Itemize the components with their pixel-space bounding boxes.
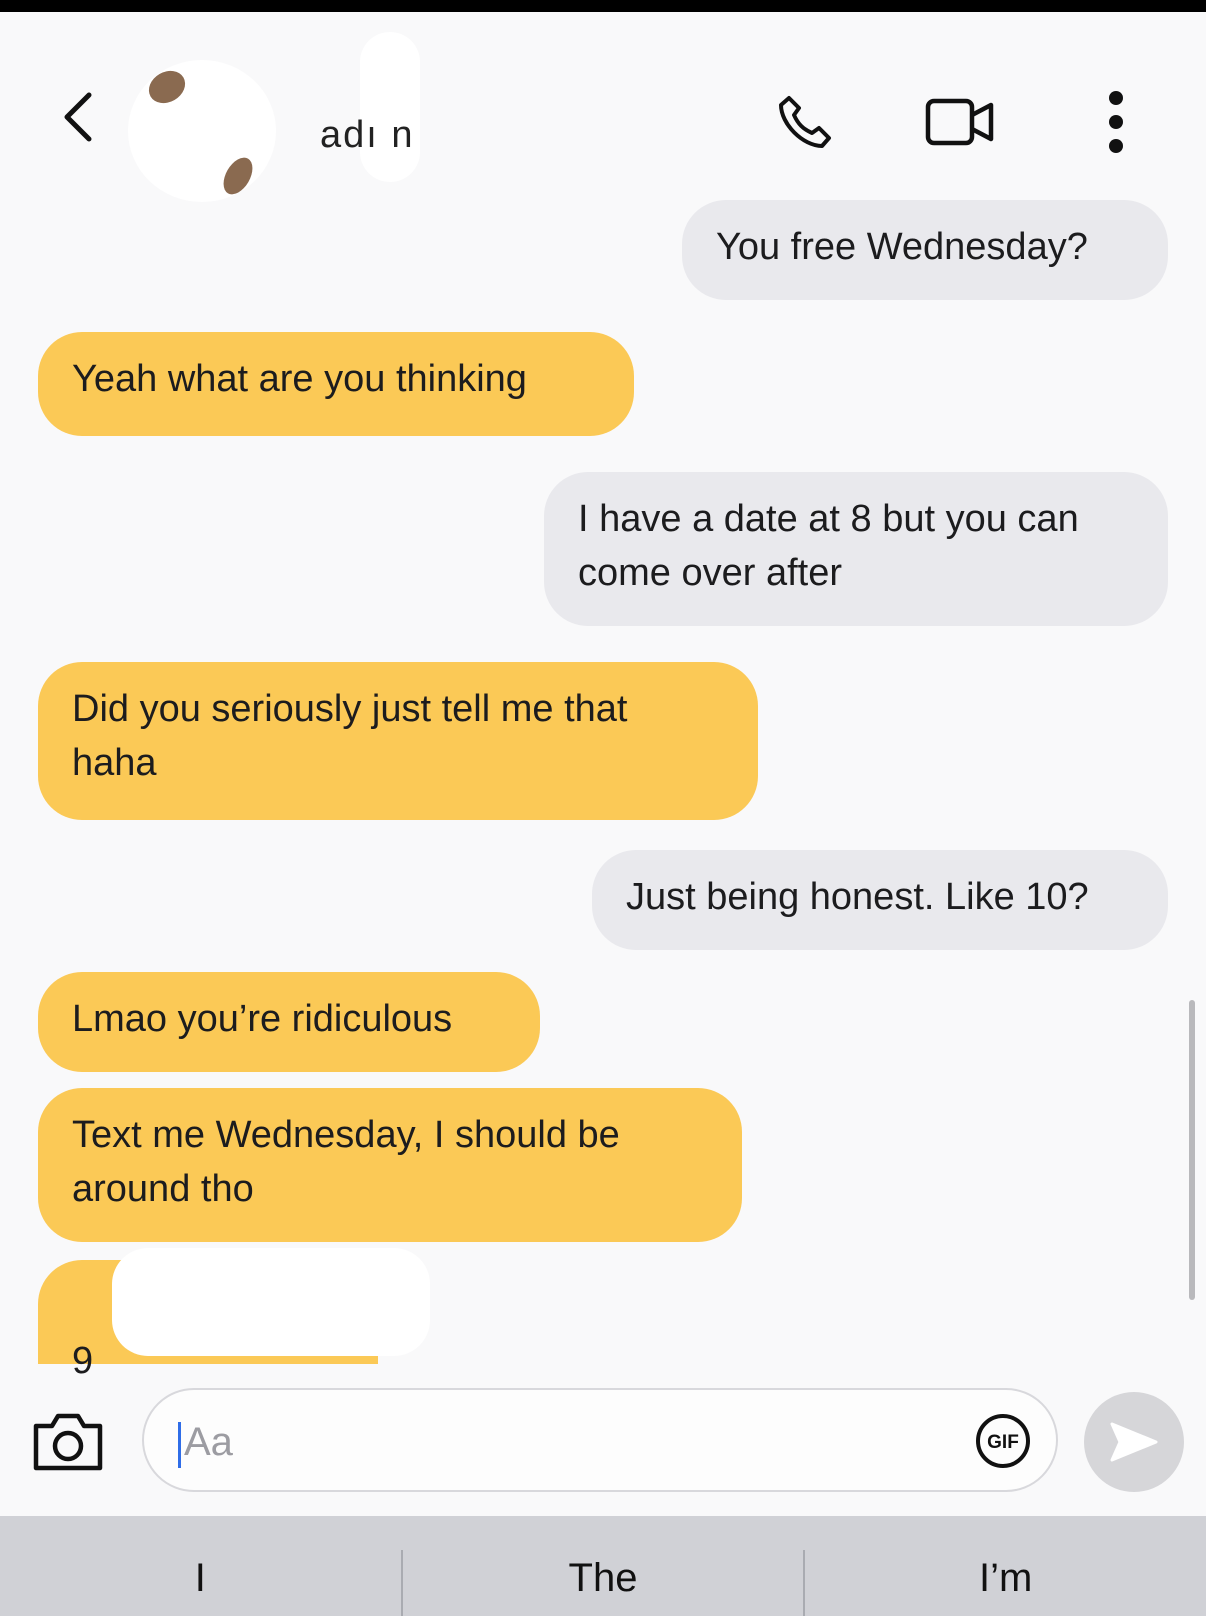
video-call-button[interactable] [920, 82, 1000, 162]
redaction-mark [360, 32, 420, 182]
camera-icon [33, 1413, 103, 1471]
gif-label: GIF [987, 1432, 1019, 1453]
camera-button[interactable] [30, 1408, 106, 1474]
text-caret [178, 1422, 181, 1468]
conversation-header: adı n [0, 12, 1206, 202]
message-composer: Aa GIF [0, 1378, 1206, 1504]
message-bubble-incoming: Yeah what are you thinking [38, 332, 634, 436]
gif-button[interactable]: GIF [974, 1412, 1032, 1470]
phone-icon [779, 96, 831, 148]
more-vertical-icon [1109, 91, 1123, 153]
message-bubble-outgoing: Just being honest. Like 10? [592, 850, 1168, 950]
avatar[interactable] [128, 60, 276, 202]
message-input-placeholder: Aa [184, 1420, 233, 1464]
contact-name: adı n [320, 114, 415, 156]
keyboard-suggestion-bar: I The I’m [0, 1516, 1206, 1616]
more-options-button[interactable] [1096, 82, 1136, 162]
suggestion-item[interactable]: The [403, 1516, 804, 1616]
gif-icon: GIF [976, 1414, 1030, 1468]
suggestion-item[interactable]: I’m [805, 1516, 1206, 1616]
call-button[interactable] [770, 82, 840, 162]
message-bubble-incoming: Text me Wednesday, I should be around th… [38, 1088, 742, 1242]
send-icon [1110, 1422, 1158, 1462]
status-bar [0, 0, 1206, 12]
message-bubble-incoming: Did you seriously just tell me that haha [38, 662, 758, 820]
message-bubble-outgoing: You free Wednesday? [682, 200, 1168, 300]
message-input[interactable]: Aa GIF [142, 1388, 1058, 1492]
suggestion-item[interactable]: I [0, 1516, 401, 1616]
message-bubble-outgoing: I have a date at 8 but you can come over… [544, 472, 1168, 626]
scrollbar[interactable] [1189, 1000, 1195, 1300]
message-bubble-incoming: Lmao you’re ridiculous [38, 972, 540, 1072]
contact-name-area[interactable]: adı n [300, 32, 520, 202]
back-button[interactable] [52, 82, 102, 152]
message-text: 9 [72, 1340, 94, 1382]
chevron-left-icon [64, 92, 92, 142]
video-camera-icon [925, 98, 994, 146]
send-button[interactable] [1084, 1392, 1184, 1492]
redaction-mark [112, 1248, 430, 1356]
